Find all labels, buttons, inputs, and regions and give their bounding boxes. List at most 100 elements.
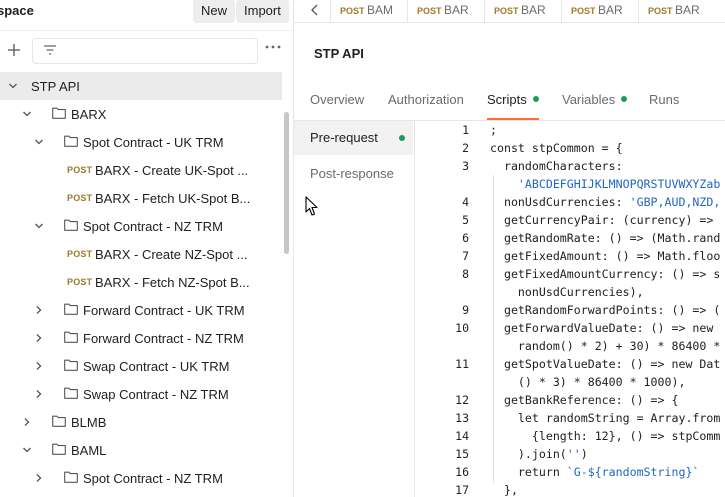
folder-icon [64,331,78,343]
tree-folder-item[interactable]: Forward Contract - NZ TRM [0,324,282,352]
line-number: 2 [462,141,469,155]
request-method-badge: POST [67,249,93,259]
main-panel: POST BAM POST BAR POST BAR POST BAR POST BAR STP … [294,0,725,497]
line-number: 17 [455,483,469,497]
request-tab-method: POST [340,6,365,16]
sidebar-scrollbar[interactable] [284,112,289,254]
request-tab-name: BAR [444,3,469,17]
request-tab-method: POST [494,6,519,16]
code-line: ; [490,123,497,137]
import-button[interactable]: Import [236,0,289,23]
request-tab[interactable]: POST BAR [638,0,716,22]
request-method-badge: POST [67,165,93,175]
line-number: 1 [462,123,469,137]
workspace-title: space [0,3,34,18]
request-subtabs: Overview Authorization Scripts Variables Run… [294,86,725,121]
tree-item-label: BARX - Create NZ-Spot ... [95,247,248,262]
line-number: 8 [462,267,469,281]
script-nav-pre-request[interactable]: Pre-request [294,121,413,155]
request-tab-name: BAR [598,3,623,17]
tree-folder-item[interactable]: BAML [0,436,282,464]
tree-request-item[interactable]: POST BARX - Fetch NZ-Spot B... [0,268,282,296]
tree-folder-item[interactable]: Spot Contract - UK TRM [0,128,282,156]
tree-item-label: Spot Contract - UK TRM [83,135,224,150]
page-title: STP API [314,46,364,61]
chevron-down-icon[interactable] [22,445,32,455]
code-line: getFixedAmount: () => Math.floo [490,249,721,263]
line-number: 9 [462,303,469,317]
tree-folder-item[interactable]: BLMB [0,408,282,436]
tree-folder-item[interactable]: Spot Contract - NZ TRM [0,212,282,240]
chevron-down-icon[interactable] [34,221,44,231]
code-line: randomCharacters: [490,159,623,173]
code-line: getRandomRate: () => (Math.rand [490,231,721,245]
tree-folder-item[interactable]: Forward Contract - UK TRM [0,296,282,324]
new-button[interactable]: New [193,0,236,23]
folder-icon [64,219,78,231]
status-dot [399,135,405,141]
more-options-icon[interactable] [265,45,281,49]
tab-runs[interactable]: Runs [649,92,679,107]
line-number: 11 [455,357,469,371]
request-tab[interactable]: POST BAM [330,0,408,22]
tree-item-label: BARX - Create UK-Spot ... [95,163,249,178]
chevron-right-icon[interactable] [34,389,44,399]
tab-scripts[interactable]: Scripts [487,92,539,107]
filter-icon [44,45,56,55]
code-line: () * 3) * 86400 * 1000), [490,375,686,389]
tree-request-item[interactable]: POST BARX - Create NZ-Spot ... [0,240,282,268]
code-line: nonUsdCurrencies), [490,285,644,299]
folder-icon [52,443,66,455]
chevron-down-icon[interactable] [22,109,32,119]
line-number: 13 [455,411,469,425]
tab-variables[interactable]: Variables [562,92,628,107]
code-line: ).join('') [490,447,588,461]
code-editor[interactable]: 1; 2 const stpCommon = {3 randomCharacters… [415,121,725,497]
chevron-left-icon[interactable] [310,4,320,16]
chevron-right-icon[interactable] [22,417,32,427]
request-tab[interactable]: POST BAR [484,0,562,22]
code-line: {length: 12}, () => stpComm [490,429,721,443]
tree-folder-item[interactable]: BARX [0,100,282,128]
tab-label: Runs [649,92,680,107]
collection-item[interactable]: STP API [0,72,282,100]
tree-request-item[interactable]: POST BARX - Create UK-Spot ... [0,156,282,184]
code-line: getSpotValueDate: () => new Dat [490,357,721,371]
tab-label: Scripts [487,92,527,107]
code-line: getForwardValueDate: () => new [490,321,714,335]
code-line: const stpCommon = { [490,141,623,155]
request-tab[interactable]: POST BAR [407,0,485,22]
chevron-right-icon[interactable] [34,333,44,343]
line-number: 6 [462,231,469,245]
chevron-down-icon[interactable] [8,81,18,91]
line-number: 5 [462,213,469,227]
line-number: 4 [462,195,469,209]
tree-folder-item[interactable]: Swap Contract - UK TRM [0,352,282,380]
line-number: 15 [455,447,469,461]
tab-overview[interactable]: Overview [310,92,364,107]
tree-folder-item[interactable]: Spot Contract - NZ TRM [0,464,282,492]
chevron-right-icon[interactable] [34,361,44,371]
request-tab-name: BAM [367,3,394,17]
tree-request-item[interactable]: POST BARX - Fetch UK-Spot B... [0,184,282,212]
active-tab-indicator [487,118,539,120]
chevron-down-icon[interactable] [34,137,44,147]
sidebar-toolbar [0,34,293,68]
folder-icon [64,135,78,147]
folder-icon [52,415,66,427]
code-line: random() * 2) + 30) * 86400 * [490,339,721,353]
plus-icon[interactable] [6,42,22,58]
chevron-right-icon[interactable] [34,473,44,483]
tree-item-label: Forward Contract - UK TRM [83,303,245,318]
filter-input[interactable] [32,38,258,64]
sidebar: space New Import STP API BARX Spot Contrac… [0,0,294,497]
script-nav-label: Post-response [310,166,394,181]
script-nav-post-response[interactable]: Post-response [294,157,413,191]
chevron-right-icon[interactable] [34,305,44,315]
request-tab[interactable]: POST BAR [561,0,639,22]
tree-item-label: STP API [31,79,80,94]
folder-icon [52,107,66,119]
request-tab-method: POST [417,6,442,16]
tree-folder-item[interactable]: Swap Contract - NZ TRM [0,380,282,408]
tab-authorization[interactable]: Authorization [388,92,464,107]
